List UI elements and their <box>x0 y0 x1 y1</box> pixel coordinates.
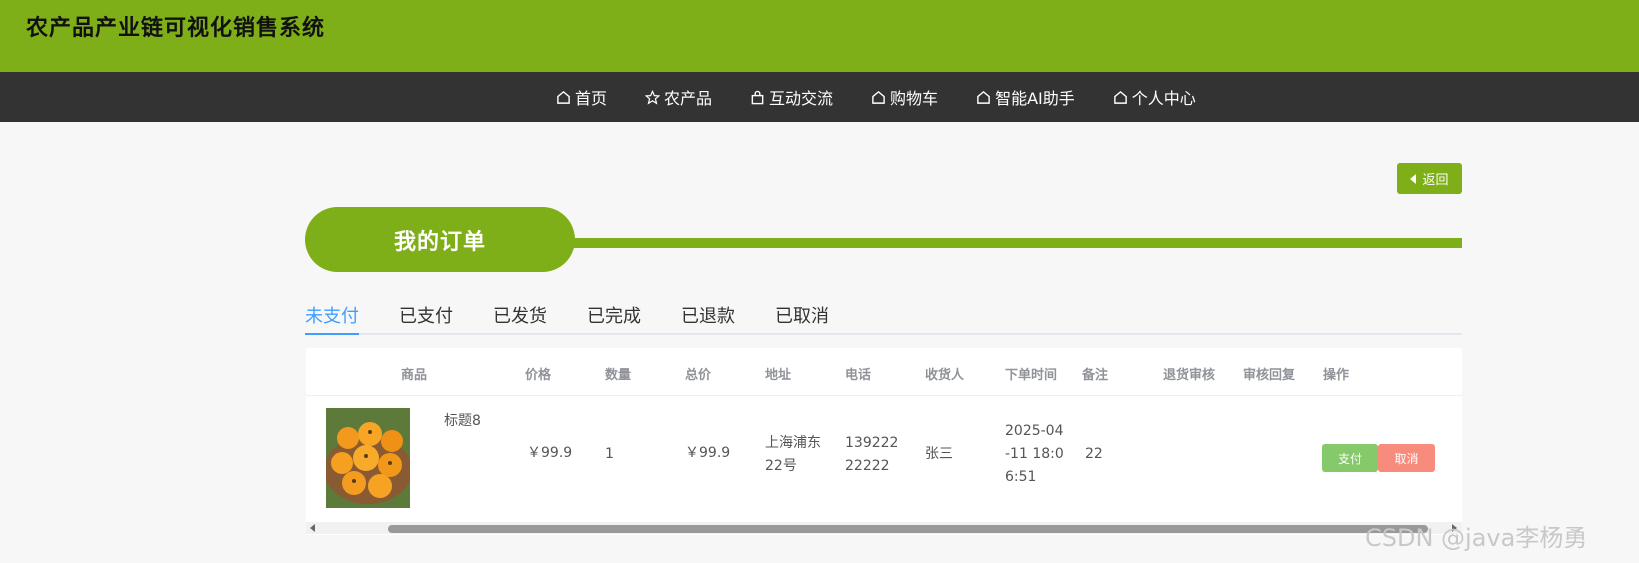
tab-paid[interactable]: 已支付 <box>399 302 453 335</box>
total-cell: ￥99.9 <box>685 445 731 461</box>
main-navbar: 首页 农产品 互动交流 购物车 智能AI助手 个人中心 <box>0 72 1639 122</box>
column-header: 商品 <box>401 368 428 383</box>
price-cell: ￥99.9 <box>527 445 573 461</box>
pay-button[interactable]: 支付 <box>1322 444 1378 472</box>
order-time-cell: 2025-04-11 18:06:51 <box>1005 423 1064 485</box>
phone-cell: 13922222222 <box>845 435 899 474</box>
column-header: 下单时间 <box>1005 368 1058 383</box>
scroll-left-icon[interactable] <box>310 524 315 532</box>
column-header: 地址 <box>765 368 792 383</box>
nav-item-ai-assistant[interactable]: 智能AI助手 <box>976 85 1075 109</box>
column-header: 审核回复 <box>1243 368 1296 383</box>
tab-shipped[interactable]: 已发货 <box>493 302 547 335</box>
nav-item-products[interactable]: 农产品 <box>645 85 712 109</box>
orders-table: 商品 价格 数量 总价 地址 电话 收货人 下单时间 备注 退货审核 审核回复 … <box>306 348 1462 535</box>
nav-item-home[interactable]: 首页 <box>556 85 607 109</box>
product-image[interactable] <box>326 408 410 508</box>
home-icon <box>557 90 570 104</box>
column-header: 电话 <box>845 368 872 383</box>
tab-cancelled[interactable]: 已取消 <box>775 302 829 335</box>
column-header: 价格 <box>525 368 552 383</box>
watermark: CSDN @java李杨勇 <box>1365 524 1588 552</box>
nav-item-forum[interactable]: 互动交流 <box>750 85 833 109</box>
column-header: 备注 <box>1082 368 1109 383</box>
title-divider-line <box>560 238 1462 248</box>
star-icon <box>645 89 661 105</box>
product-name[interactable]: 标题8 <box>444 410 481 433</box>
receiver-cell: 张三 <box>925 446 953 462</box>
column-header: 操作 <box>1323 368 1350 383</box>
horizontal-scrollbar[interactable] <box>306 522 1462 534</box>
loquat-fruit-image <box>326 408 410 508</box>
nav-item-cart[interactable]: 购物车 <box>871 85 938 109</box>
top-header: 农产品产业链可视化销售系统 <box>0 0 1639 72</box>
page-title: 我的订单 <box>305 207 575 272</box>
home-icon <box>1113 90 1127 104</box>
bag-icon <box>751 90 764 104</box>
tab-completed[interactable]: 已完成 <box>587 302 641 335</box>
column-header: 收货人 <box>925 368 965 383</box>
caret-left-icon <box>1410 173 1417 184</box>
table-header: 商品 价格 数量 总价 地址 电话 收货人 下单时间 备注 退货审核 审核回复 … <box>306 348 1462 396</box>
quantity-cell: 1 <box>605 446 614 462</box>
order-status-tabs: 未支付 已支付 已发货 已完成 已退款 已取消 <box>305 300 1462 335</box>
tab-unpaid[interactable]: 未支付 <box>305 302 359 335</box>
nav-item-profile[interactable]: 个人中心 <box>1113 85 1196 109</box>
home-icon <box>872 90 885 104</box>
back-button[interactable]: 返回 <box>1397 163 1462 194</box>
home-icon <box>977 90 990 104</box>
column-header: 总价 <box>685 368 712 383</box>
scrollbar-thumb[interactable] <box>388 525 1428 533</box>
address-cell: 上海浦东22号 <box>765 435 821 474</box>
site-title: 农产品产业链可视化销售系统 <box>26 16 326 41</box>
cancel-order-button[interactable]: 取消 <box>1378 444 1435 472</box>
column-header: 数量 <box>605 368 632 383</box>
tab-refunded[interactable]: 已退款 <box>681 302 735 335</box>
note-cell: 22 <box>1085 446 1103 462</box>
column-header: 退货审核 <box>1163 368 1216 383</box>
